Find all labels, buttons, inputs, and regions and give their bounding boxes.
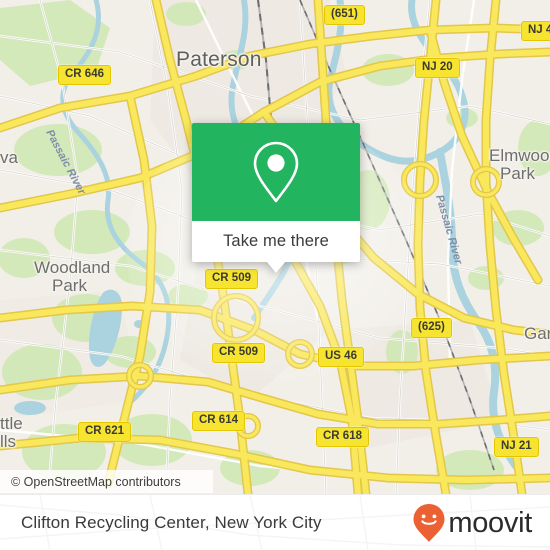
take-me-there-label: Take me there xyxy=(223,232,329,250)
location-pin-icon xyxy=(253,141,299,203)
screenshot-root: Passaic River Passaic River Paterson Elm… xyxy=(0,0,550,550)
moovit-pin-icon xyxy=(413,504,445,542)
moovit-logo[interactable]: moovit xyxy=(412,503,550,543)
location-callout-card[interactable]: Take me there xyxy=(192,123,360,273)
map-canvas[interactable]: Passaic River Passaic River Paterson Elm… xyxy=(0,0,550,494)
map-attribution[interactable]: © OpenStreetMap contributors xyxy=(0,470,213,493)
callout-tail xyxy=(267,262,285,273)
moovit-wordmark: moovit xyxy=(448,506,532,539)
page-title: Clifton Recycling Center, New York City xyxy=(21,513,322,532)
map-attribution-text: © OpenStreetMap contributors xyxy=(11,474,181,489)
take-me-there-button[interactable]: Take me there xyxy=(192,221,360,273)
callout-icon-area xyxy=(192,123,360,221)
footer-bar: Clifton Recycling Center, New York City … xyxy=(0,494,550,550)
